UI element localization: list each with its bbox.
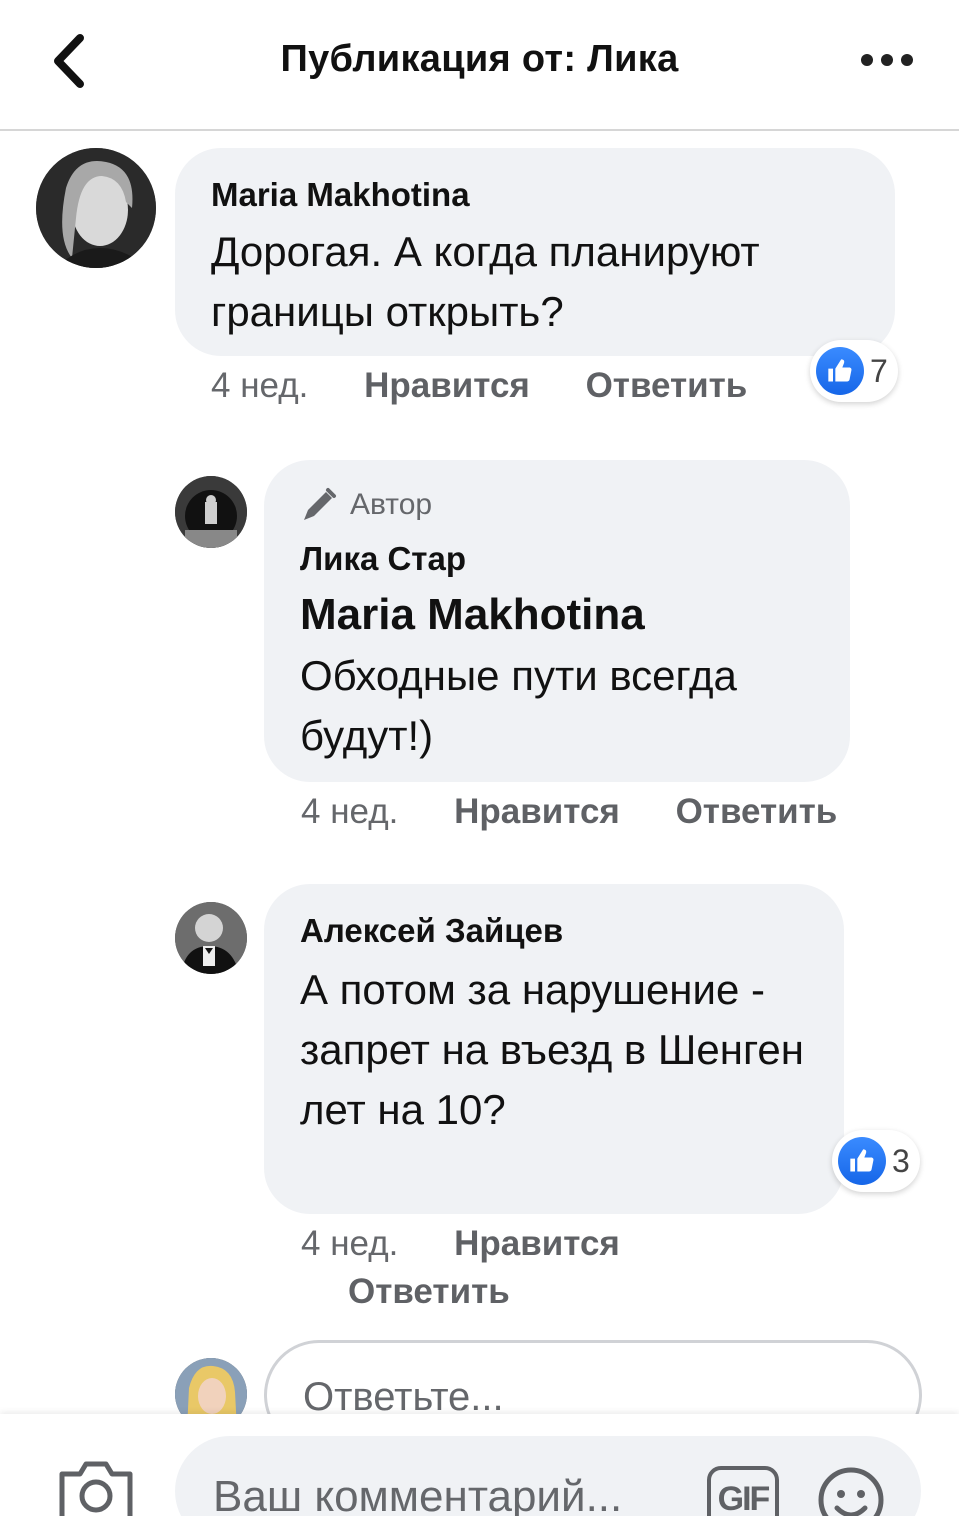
emoji-icon[interactable] xyxy=(817,1466,885,1516)
page-title: Публикация от: Лика xyxy=(280,38,679,80)
avatar-aleksey-zaytsev[interactable] xyxy=(175,902,247,974)
comment-input-placeholder: Ваш комментарий... xyxy=(213,1472,623,1516)
more-options-icon[interactable] xyxy=(859,50,915,70)
comment-author[interactable]: Maria Makhotina xyxy=(211,176,470,214)
comment-text: А потом за нарушение - запрет на въезд в… xyxy=(300,966,804,1133)
comment-text: Дорогая. А когда планируют границы откры… xyxy=(211,228,760,335)
comment-bubble: Автор Лика Стар Maria Makhotina Обходные… xyxy=(264,460,850,782)
reaction-number: 7 xyxy=(870,352,888,389)
camera-icon[interactable] xyxy=(58,1458,134,1516)
comment-meta: 4 нед. Нравится Ответить xyxy=(301,792,837,832)
top-bar: Публикация от: Лика xyxy=(0,0,959,131)
comment-bubble: Maria Makhotina Дорогая. А когда планиру… xyxy=(175,148,895,356)
comment-text: Обходные пути всегда будут!) xyxy=(300,652,737,759)
comment-author[interactable]: Лика Стар xyxy=(300,540,466,578)
reaction-number: 3 xyxy=(892,1142,910,1179)
gif-button[interactable]: GIF xyxy=(707,1466,779,1516)
comment-time: 4 нед. xyxy=(301,792,399,831)
comment-time: 4 нед. xyxy=(211,366,309,405)
comment-input[interactable]: Ваш комментарий... GIF xyxy=(175,1436,921,1516)
comment-time: 4 нед. xyxy=(301,1224,399,1263)
like-icon xyxy=(816,347,864,395)
reply-link[interactable]: Ответить xyxy=(348,1272,510,1311)
like-link[interactable]: Нравится xyxy=(454,792,620,831)
reply-link[interactable]: Ответить xyxy=(676,792,838,831)
mention-link[interactable]: Maria Makhotina xyxy=(300,590,645,640)
comment-bubble: Алексей Зайцев А потом за нарушение - за… xyxy=(264,884,844,1214)
like-link[interactable]: Нравится xyxy=(454,1224,620,1263)
reaction-count[interactable]: 7 xyxy=(810,340,898,402)
like-icon xyxy=(838,1137,886,1185)
comment-meta: 4 нед. Нравится xyxy=(301,1224,701,1264)
author-badge-label: Автор xyxy=(350,488,433,521)
comment-meta-reply: Ответить xyxy=(348,1272,510,1312)
like-link[interactable]: Нравится xyxy=(364,366,530,405)
author-badge: Автор xyxy=(300,486,432,524)
pen-icon xyxy=(304,488,336,520)
comment-author[interactable]: Алексей Зайцев xyxy=(300,912,563,950)
avatar-lika-star[interactable] xyxy=(175,476,247,548)
comment-composer-bar: Ваш комментарий... GIF xyxy=(0,1414,959,1516)
comment-meta: 4 нед. Нравится Ответить xyxy=(211,366,747,406)
reaction-count[interactable]: 3 xyxy=(832,1130,920,1192)
avatar-maria-makhotina[interactable] xyxy=(36,148,156,268)
reply-link[interactable]: Ответить xyxy=(586,366,748,405)
